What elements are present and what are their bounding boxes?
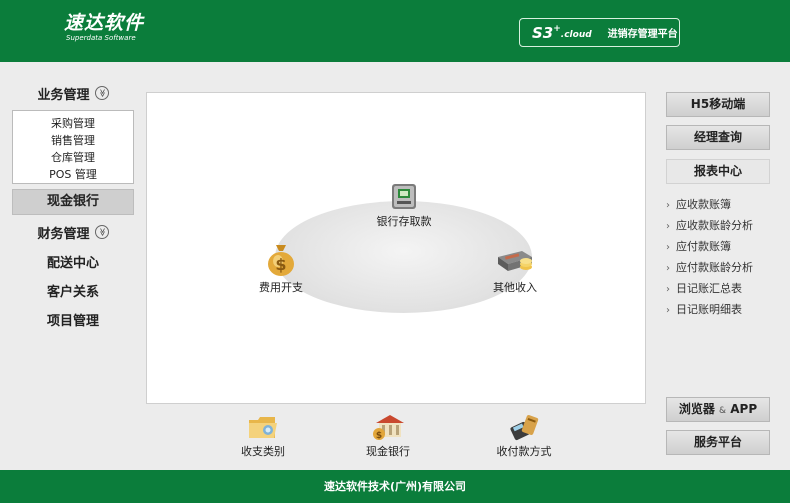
logo-chinese-name: 速达软件 bbox=[64, 12, 145, 34]
product-badge: S3 + .cloud 进销存管理平台 bbox=[519, 18, 680, 47]
h5-mobile-button[interactable]: H5移动端 bbox=[666, 92, 770, 117]
expense-node[interactable]: $ 费用开支 bbox=[251, 241, 311, 295]
atm-label: 银行存取款 bbox=[376, 215, 432, 228]
nav-finance-label: 财务管理 bbox=[37, 226, 90, 242]
report-item-journal-summary[interactable]: › 日记账汇总表 bbox=[666, 279, 786, 300]
manager-query-button[interactable]: 经理查询 bbox=[666, 125, 770, 150]
money-bag-dollar-icon: $ bbox=[268, 245, 294, 276]
browser-app-button[interactable]: 浏览器 & APP bbox=[666, 397, 770, 422]
chevron-down-icon[interactable]: ≫ bbox=[94, 225, 109, 239]
report-item-label: 日记账汇总表 bbox=[676, 282, 742, 295]
business-submenu: 采购管理 销售管理 仓库管理 POS 管理 bbox=[12, 110, 134, 184]
nav-business-management[interactable]: 业务管理 ≫ bbox=[12, 81, 134, 105]
payment-method-node[interactable]: 收付款方式 bbox=[491, 412, 557, 459]
report-item-payable-aging[interactable]: › 应付款账龄分析 bbox=[666, 258, 786, 279]
bank-building-icon: $ bbox=[373, 415, 404, 441]
browser-label: 浏览器 bbox=[678, 402, 715, 416]
nav-cash-bank[interactable]: 现金银行 bbox=[12, 189, 134, 215]
chevron-right-icon: › bbox=[666, 221, 670, 232]
report-item-receivable-aging[interactable]: › 应收款账龄分析 bbox=[666, 216, 786, 237]
nav-delivery-center[interactable]: 配送中心 bbox=[12, 249, 134, 273]
submenu-item-purchase[interactable]: 采购管理 bbox=[13, 115, 133, 132]
logo-english-name: Superdata Software bbox=[66, 34, 136, 42]
app-logo: 速达软件 Superdata Software bbox=[64, 12, 144, 43]
chevron-right-icon: › bbox=[666, 200, 670, 211]
chevron-right-icon: › bbox=[666, 284, 670, 295]
chevron-right-icon: › bbox=[666, 242, 670, 253]
chevron-down-icon[interactable]: ≫ bbox=[94, 86, 109, 100]
svg-text:$: $ bbox=[376, 431, 382, 441]
submenu-item-warehouse[interactable]: 仓库管理 bbox=[13, 149, 133, 166]
report-item-label: 应收款账簿 bbox=[676, 198, 731, 211]
expense-label: 费用开支 bbox=[259, 281, 303, 294]
cash-drawer-coins-icon bbox=[498, 251, 532, 271]
category-label: 收支类别 bbox=[241, 445, 285, 458]
other-income-label: 其他收入 bbox=[493, 281, 537, 294]
submenu-item-pos[interactable]: POS 管理 bbox=[13, 166, 133, 183]
card-terminal-icon bbox=[510, 415, 539, 441]
atm-icon bbox=[392, 184, 416, 209]
footer-company: 速达软件技术(广州)有限公司 bbox=[323, 480, 467, 493]
report-item-receivable-ledger[interactable]: › 应收款账簿 bbox=[666, 195, 786, 216]
payment-method-label: 收付款方式 bbox=[496, 445, 552, 458]
product-cloud: .cloud bbox=[560, 30, 592, 40]
footer-bar: 速达软件技术(广州)有限公司 bbox=[0, 470, 790, 503]
cash-bank-node[interactable]: $ 现金银行 bbox=[357, 412, 419, 459]
report-center-button[interactable]: 报表中心 bbox=[666, 159, 770, 184]
report-item-label: 应付款账龄分析 bbox=[676, 261, 753, 274]
atm-deposit-withdraw-node[interactable]: 银行存取款 bbox=[369, 181, 439, 229]
main-panel: 银行存取款 $ 费用开支 其他收入 bbox=[146, 92, 646, 404]
svg-text:$: $ bbox=[275, 255, 286, 274]
report-item-journal-detail[interactable]: › 日记账明细表 bbox=[666, 300, 786, 321]
product-name: 进销存管理平台 bbox=[607, 29, 678, 40]
nav-finance-management[interactable]: 财务管理 ≫ bbox=[12, 220, 134, 244]
product-s3: S3 bbox=[532, 23, 554, 42]
product-plus: + bbox=[553, 23, 561, 34]
service-platform-button[interactable]: 服务平台 bbox=[666, 430, 770, 455]
header-bar: 速达软件 Superdata Software S3 + .cloud 进销存管… bbox=[0, 0, 790, 62]
income-expense-category-node[interactable]: 收支类别 bbox=[232, 412, 294, 459]
report-item-label: 应收款账龄分析 bbox=[676, 219, 753, 232]
chevron-right-icon: › bbox=[666, 305, 670, 316]
nav-customer-relations[interactable]: 客户关系 bbox=[12, 278, 134, 302]
report-item-label: 应付款账簿 bbox=[676, 240, 731, 253]
submenu-item-sales[interactable]: 销售管理 bbox=[13, 132, 133, 149]
browser-amp: & bbox=[719, 406, 727, 416]
report-item-label: 日记账明细表 bbox=[676, 303, 742, 316]
nav-project-management[interactable]: 项目管理 bbox=[12, 307, 134, 331]
cash-bank-label: 现金银行 bbox=[366, 445, 410, 458]
other-income-node[interactable]: 其他收入 bbox=[483, 245, 547, 295]
folder-coins-icon bbox=[249, 417, 277, 438]
report-item-payable-ledger[interactable]: › 应付款账簿 bbox=[666, 237, 786, 258]
app-label: APP bbox=[730, 402, 758, 416]
nav-business-label: 业务管理 bbox=[37, 87, 90, 103]
report-list: › 应收款账簿 › 应收款账龄分析 › 应付款账簿 › 应付款账龄分析 › 日记账汇总表 … bbox=[666, 195, 786, 321]
chevron-right-icon: › bbox=[666, 263, 670, 274]
